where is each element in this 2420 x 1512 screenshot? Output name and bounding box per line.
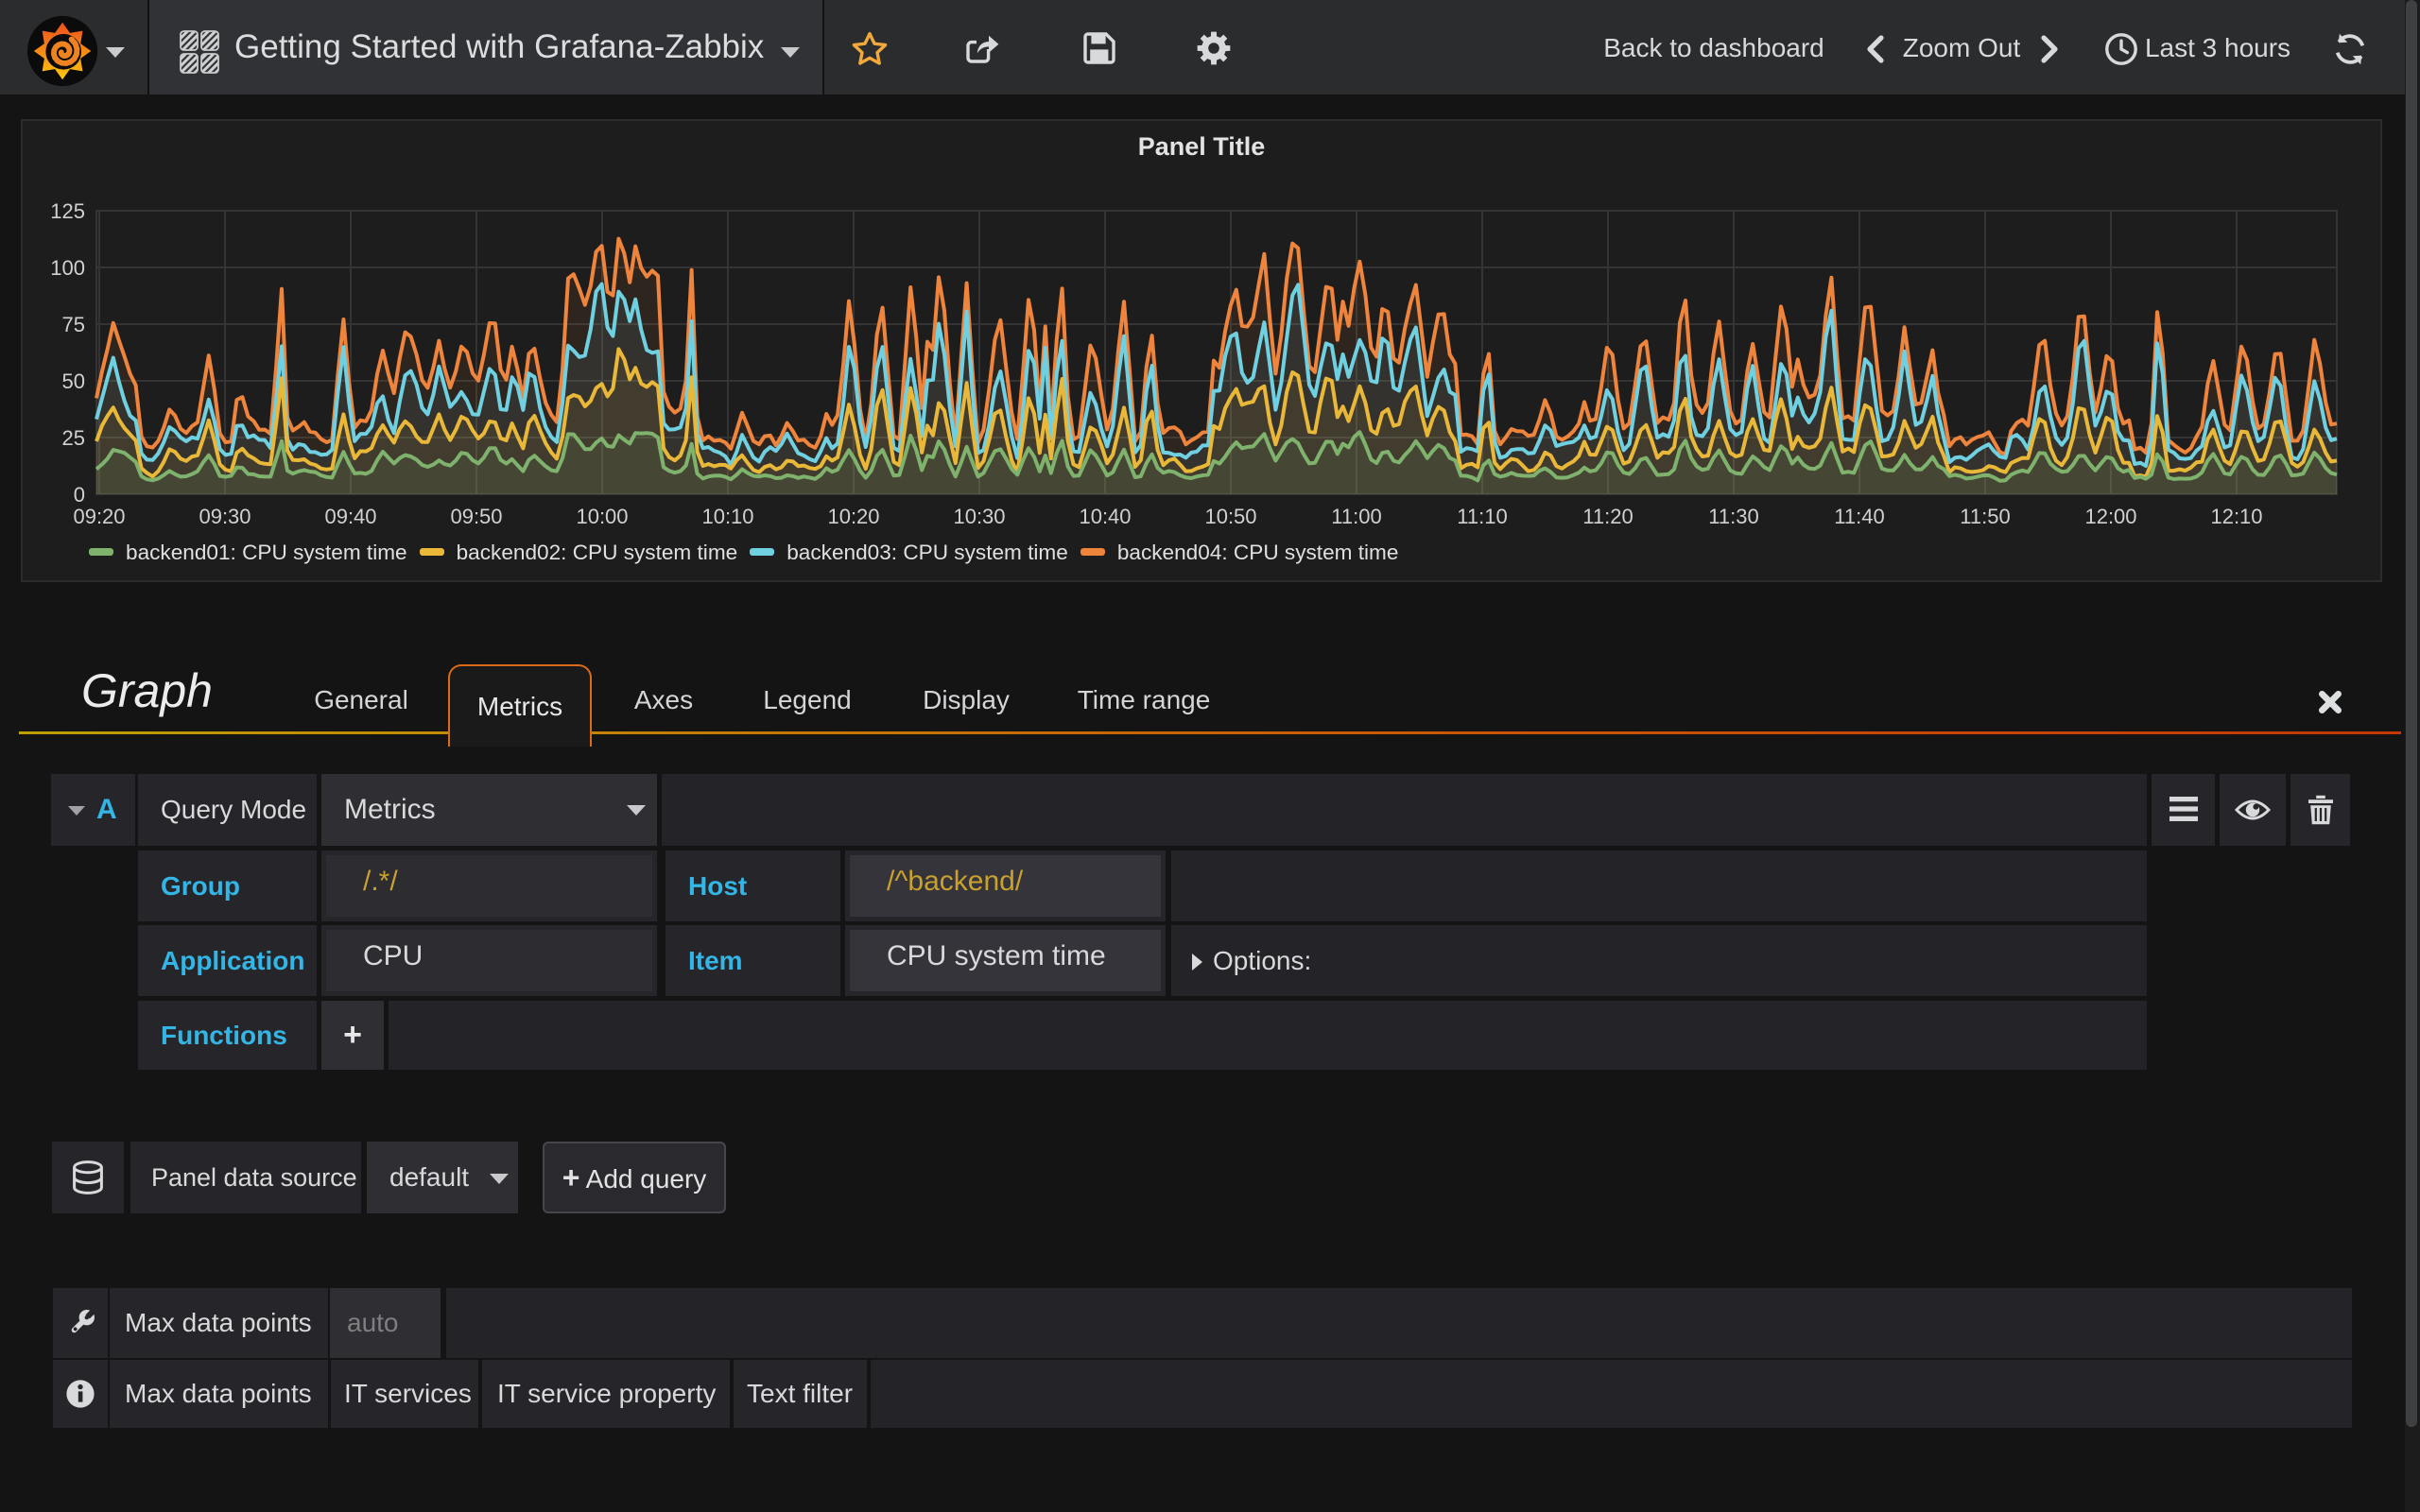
svg-text:50: 50 — [62, 369, 85, 393]
svg-text:10:00: 10:00 — [576, 505, 628, 528]
svg-text:0: 0 — [74, 483, 85, 507]
svg-text:10:20: 10:20 — [827, 505, 879, 528]
svg-text:11:50: 11:50 — [1960, 505, 2010, 528]
svg-text:12:10: 12:10 — [2210, 505, 2262, 528]
svg-text:11:20: 11:20 — [1582, 505, 1633, 528]
svg-text:75: 75 — [62, 313, 85, 336]
svg-text:10:40: 10:40 — [1079, 505, 1131, 528]
svg-text:10:50: 10:50 — [1204, 505, 1256, 528]
svg-text:11:10: 11:10 — [1457, 505, 1507, 528]
svg-text:09:20: 09:20 — [73, 505, 125, 528]
svg-text:10:30: 10:30 — [953, 505, 1005, 528]
svg-text:100: 100 — [50, 256, 85, 280]
svg-text:09:50: 09:50 — [450, 505, 502, 528]
svg-text:12:00: 12:00 — [2084, 505, 2136, 528]
svg-text:10:10: 10:10 — [701, 505, 753, 528]
svg-text:125: 125 — [50, 199, 85, 223]
svg-text:11:40: 11:40 — [1834, 505, 1884, 528]
svg-text:11:00: 11:00 — [1331, 505, 1381, 528]
svg-text:09:40: 09:40 — [324, 505, 376, 528]
svg-text:25: 25 — [62, 426, 85, 450]
svg-text:11:30: 11:30 — [1708, 505, 1758, 528]
svg-text:09:30: 09:30 — [199, 505, 251, 528]
